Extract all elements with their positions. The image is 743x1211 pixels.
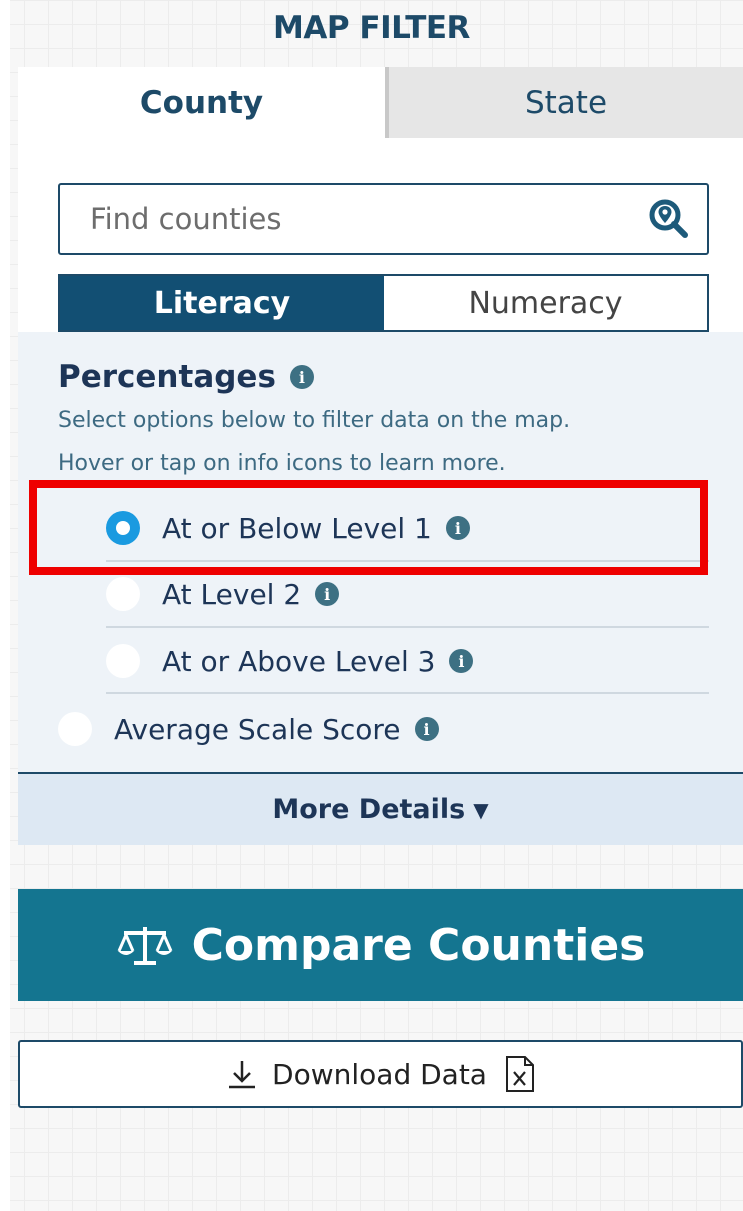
search-location-icon[interactable] — [639, 189, 699, 249]
section-title-text: Percentages — [58, 359, 276, 395]
more-details-button[interactable]: More Details ▼ — [18, 772, 743, 845]
search-input[interactable] — [90, 202, 639, 236]
radio-icon[interactable] — [58, 712, 92, 746]
map-filter-title: MAP FILTER — [273, 10, 470, 46]
option-average-scale-score[interactable]: Average Scale Score i — [58, 696, 439, 762]
info-icon[interactable]: i — [289, 365, 314, 389]
radio-icon[interactable] — [106, 577, 140, 611]
balance-scale-icon — [116, 923, 174, 967]
compare-counties-label: Compare Counties — [191, 919, 646, 971]
description-line-1: Select options below to filter data on t… — [58, 408, 571, 433]
search-box — [58, 183, 709, 255]
compare-counties-button[interactable]: Compare Counties — [18, 889, 743, 1001]
caret-down-icon: ▼ — [473, 797, 489, 822]
tab-county[interactable]: County — [18, 67, 385, 138]
literacy-numeracy-toggle: Literacy Numeracy — [58, 274, 709, 332]
divider — [106, 692, 709, 694]
info-icon[interactable]: i — [414, 717, 439, 741]
info-icon[interactable]: i — [449, 649, 474, 673]
excel-file-icon — [505, 1055, 535, 1093]
tab-state[interactable]: State — [385, 67, 743, 138]
toggle-literacy[interactable]: Literacy — [60, 276, 384, 330]
download-data-button[interactable]: Download Data — [18, 1040, 743, 1108]
description-line-2: Hover or tap on info icons to learn more… — [58, 451, 506, 476]
highlight-box — [29, 480, 708, 575]
radio-icon[interactable] — [106, 644, 140, 678]
download-data-label: Download Data — [272, 1057, 487, 1091]
more-details-label: More Details — [272, 794, 466, 825]
left-edge — [0, 0, 10, 1211]
option-label: At or Above Level 3 — [162, 644, 436, 678]
option-at-or-above-level-3[interactable]: At or Above Level 3 i — [106, 628, 474, 694]
filter-panel: County State Literacy Numeracy Percentag… — [18, 67, 743, 845]
download-icon — [226, 1058, 258, 1090]
option-label: Average Scale Score — [114, 712, 401, 746]
section-title: Percentages i — [58, 359, 314, 395]
info-icon[interactable]: i — [315, 582, 340, 606]
toggle-numeracy[interactable]: Numeracy — [384, 276, 707, 330]
option-label: At Level 2 — [162, 577, 302, 611]
